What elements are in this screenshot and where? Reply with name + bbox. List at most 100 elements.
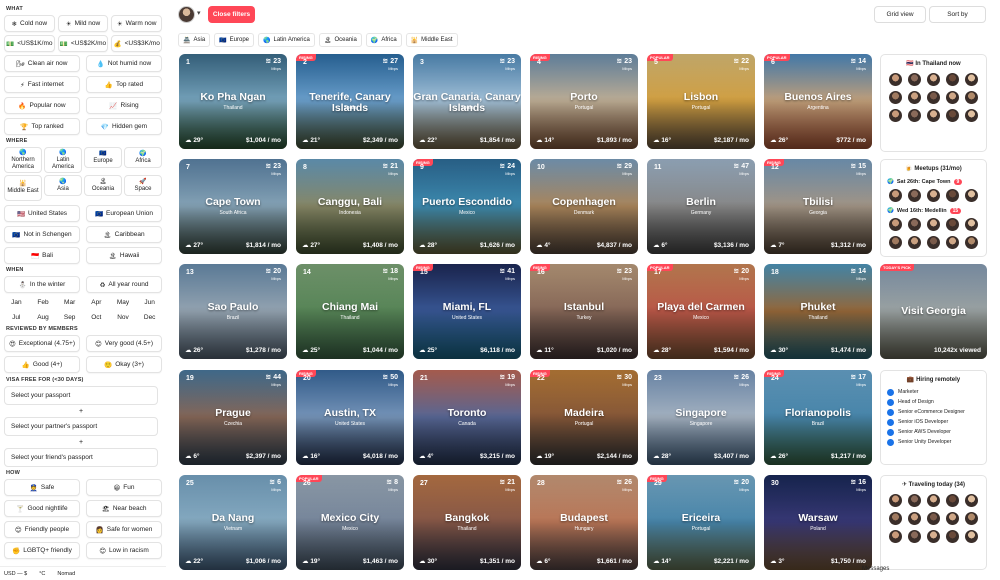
member-avatar[interactable]	[889, 512, 902, 525]
member-avatar[interactable]	[946, 189, 959, 202]
job-listing[interactable]: Senior iOS Developer	[881, 417, 986, 427]
month-nov[interactable]: Nov	[111, 311, 136, 323]
filter-near-beach[interactable]: 🏖 Near beach	[86, 500, 162, 517]
city-card-bangkok[interactable]: 27 ≋ 21 Mbps Bangkok Thailand ☁ 30° $1,351 / m…	[413, 475, 521, 570]
member-avatar[interactable]	[946, 91, 959, 104]
city-card-florianopolis[interactable]: RISING 24 ≋ 17 Mbps Florianopolis Brazil ☁ 26°…	[764, 370, 872, 465]
member-avatar[interactable]	[927, 218, 940, 231]
member-avatar[interactable]	[946, 512, 959, 525]
member-avatar[interactable]	[965, 530, 978, 543]
filter-safe[interactable]: 👮 Safe	[4, 479, 80, 496]
city-card-madeira[interactable]: RISING 22 ≋ 30 Mbps Madeira Portugal ☁ 19° $2,1…	[530, 370, 638, 465]
city-card-playa-del-carmen[interactable]: POPULAR 17 ≋ 20 Mbps Playa del Carmen Mexico ☁…	[647, 264, 755, 359]
city-card-porto[interactable]: RISING 4 ≋ 23 Mbps Porto Portugal ☁ 14° $1,893 …	[530, 54, 638, 149]
filter-united-states[interactable]: 🇺🇸 United States	[4, 205, 80, 222]
member-avatar[interactable]	[946, 494, 959, 507]
member-avatar[interactable]	[908, 218, 921, 231]
month-jan[interactable]: Jan	[4, 296, 29, 308]
city-card-copenhagen[interactable]: 10 ≋ 29 Mbps Copenhagen Denmark ☁ 4° $4,837 / …	[530, 159, 638, 254]
member-avatar[interactable]	[927, 530, 940, 543]
filter-hidden-gem[interactable]: 💎 Hidden gem	[86, 118, 162, 135]
filter-caribbean[interactable]: 🏝 Caribbean	[86, 226, 162, 243]
member-avatar[interactable]	[889, 189, 902, 202]
month-apr[interactable]: Apr	[84, 296, 109, 308]
region-africa[interactable]: 🌍 Africa	[124, 147, 162, 168]
filter-popular-now[interactable]: 🔥 Popular now	[4, 97, 80, 114]
month-dec[interactable]: Dec	[137, 311, 162, 323]
member-avatar[interactable]	[965, 73, 978, 86]
member-avatar[interactable]	[908, 236, 921, 249]
filter-budget-3[interactable]: 💰 <US$3K/mo	[111, 35, 162, 52]
city-card-buenos-aires[interactable]: POPULAR 6 ≋ 14 Mbps Buenos Aires Argentina ☁ 2…	[764, 54, 872, 149]
city-card-berlin[interactable]: 11 ≋ 47 Mbps Berlin Germany ☁ 6° $3,136 / mo	[647, 159, 755, 254]
city-card-sao-paulo[interactable]: 13 ≋ 20 Mbps Sao Paulo Brazil ☁ 26° $1,278 / m…	[179, 264, 287, 359]
city-card-prague[interactable]: 19 ≋ 44 Mbps Prague Czechia ☁ 6° $2,397 / mo	[179, 370, 287, 465]
filter-review-2[interactable]: 😊 Very good (4.5+)	[86, 335, 162, 352]
filter-all-year-round[interactable]: ♻ All year round	[86, 276, 162, 293]
city-card-phuket[interactable]: 18 ≋ 14 Mbps Phuket Thailand ☁ 30° $1,474 / mo	[764, 264, 872, 359]
tab-africa[interactable]: 🌍 Africa	[365, 33, 402, 47]
month-feb[interactable]: Feb	[31, 296, 56, 308]
city-card-miami-fl[interactable]: RISING 15 ≋ 41 Mbps Miami, FL United States ☁ …	[413, 264, 521, 359]
member-avatar[interactable]	[927, 494, 940, 507]
member-avatar[interactable]	[908, 73, 921, 86]
in-thailand-panel[interactable]: 🇹🇭 In Thailand now	[880, 54, 987, 152]
member-avatar[interactable]	[946, 109, 959, 122]
filter-clean-air-now[interactable]: 🌬 Clean air now	[4, 55, 80, 72]
filter-safe-for-women[interactable]: 👩 Safe for women	[86, 521, 162, 538]
tab-europe[interactable]: 🇪🇺 Europe	[214, 33, 254, 47]
filter-not-humid-now[interactable]: 💧 Not humid now	[86, 55, 162, 72]
region-latin-america[interactable]: 🌎 Latin America	[44, 147, 82, 173]
close-filters-button[interactable]: Close filters	[208, 6, 255, 23]
chevron-down-icon[interactable]: ▾	[197, 9, 201, 17]
member-avatar[interactable]	[889, 494, 902, 507]
city-card-ko-pha-ngan[interactable]: 1 ≋ 23 Mbps Ko Pha Ngan Thailand ☁ 29° $1,004 …	[179, 54, 287, 149]
filter-review-4[interactable]: 🙂 Okay (3+)	[86, 356, 162, 373]
member-avatar[interactable]	[965, 218, 978, 231]
member-avatar[interactable]	[889, 236, 902, 249]
city-card-gran-canaria-canary-islands[interactable]: 3 ≋ 23 Mbps Gran Canaria, Canary Islands Spa…	[413, 54, 521, 149]
friend-passport-select[interactable]: Select your friend's passport	[4, 448, 158, 467]
member-avatar[interactable]	[908, 512, 921, 525]
member-avatar[interactable]	[946, 218, 959, 231]
filter-good-nightlife[interactable]: 🍸 Good nightlife	[4, 500, 80, 517]
month-may[interactable]: May	[111, 296, 136, 308]
filter-rising[interactable]: 📈 Rising	[86, 97, 162, 114]
city-card-budapest[interactable]: 28 ≋ 26 Mbps Budapest Hungary ☁ 6° $1,661 / mo	[530, 475, 638, 570]
filter-review-1[interactable]: 😍 Exceptional (4.75+)	[4, 335, 80, 352]
member-avatar[interactable]	[965, 512, 978, 525]
member-avatar[interactable]	[927, 236, 940, 249]
city-card-chiang-mai[interactable]: 14 ≋ 18 Mbps Chiang Mai Thailand ☁ 25° $1,044 …	[296, 264, 404, 359]
region-oceania[interactable]: 🏝 Oceania	[84, 175, 122, 196]
month-mar[interactable]: Mar	[57, 296, 82, 308]
month-sep[interactable]: Sep	[57, 311, 82, 323]
filter-top-rated[interactable]: 👍 Top rated	[86, 76, 162, 93]
region-europe[interactable]: 🇪🇺 Europe	[84, 147, 122, 168]
messages-button[interactable]: Messages	[862, 566, 889, 572]
region-space[interactable]: 🚀 Space	[124, 175, 162, 196]
filter-mild-now[interactable]: ☀ Mild now	[57, 15, 109, 32]
member-avatar[interactable]	[889, 530, 902, 543]
meetup-row[interactable]: 🌍 Wed 16th: Medellín 15	[881, 205, 986, 215]
job-listing[interactable]: Head of Design	[881, 397, 986, 407]
city-card-warsaw[interactable]: 30 ≋ 16 Mbps Warsaw Poland ☁ 3° $1,750 / mo	[764, 475, 872, 570]
partner-passport-select[interactable]: Select your partner's passport	[4, 417, 158, 436]
city-card-visit-georgia[interactable]: TODAY'S PICK Visit Georgia 10,242x viewed	[880, 264, 987, 359]
filter-lgbtq-friendly[interactable]: ✊ LGBTQ+ friendly	[4, 542, 80, 559]
member-avatar[interactable]	[927, 512, 940, 525]
meetups-panel[interactable]: 🍺 Meetups (31/mo) 🌍 Sat 26th: Cape Town …	[880, 159, 987, 257]
city-card-singapore[interactable]: 23 ≋ 26 Mbps Singapore Singapore ☁ 28° $3,407 …	[647, 370, 755, 465]
member-avatar[interactable]	[965, 236, 978, 249]
job-listing[interactable]: Senior Unity Developer	[881, 437, 986, 447]
job-listing[interactable]: Senior AWS Developer	[881, 427, 986, 437]
member-avatar[interactable]	[965, 189, 978, 202]
filter-european-union[interactable]: 🇪🇺 European Union	[86, 205, 162, 222]
member-avatar[interactable]	[965, 91, 978, 104]
member-avatar[interactable]	[965, 494, 978, 507]
user-mode-selector[interactable]: Nomad	[57, 571, 75, 577]
member-avatar[interactable]	[927, 91, 940, 104]
filter-bali[interactable]: 🇮🇩 Bali	[4, 247, 80, 264]
month-oct[interactable]: Oct	[84, 311, 109, 323]
filter-fast-internet[interactable]: ⚡ Fast internet	[4, 76, 80, 93]
filter-fun[interactable]: 😀 Fun	[86, 479, 162, 496]
